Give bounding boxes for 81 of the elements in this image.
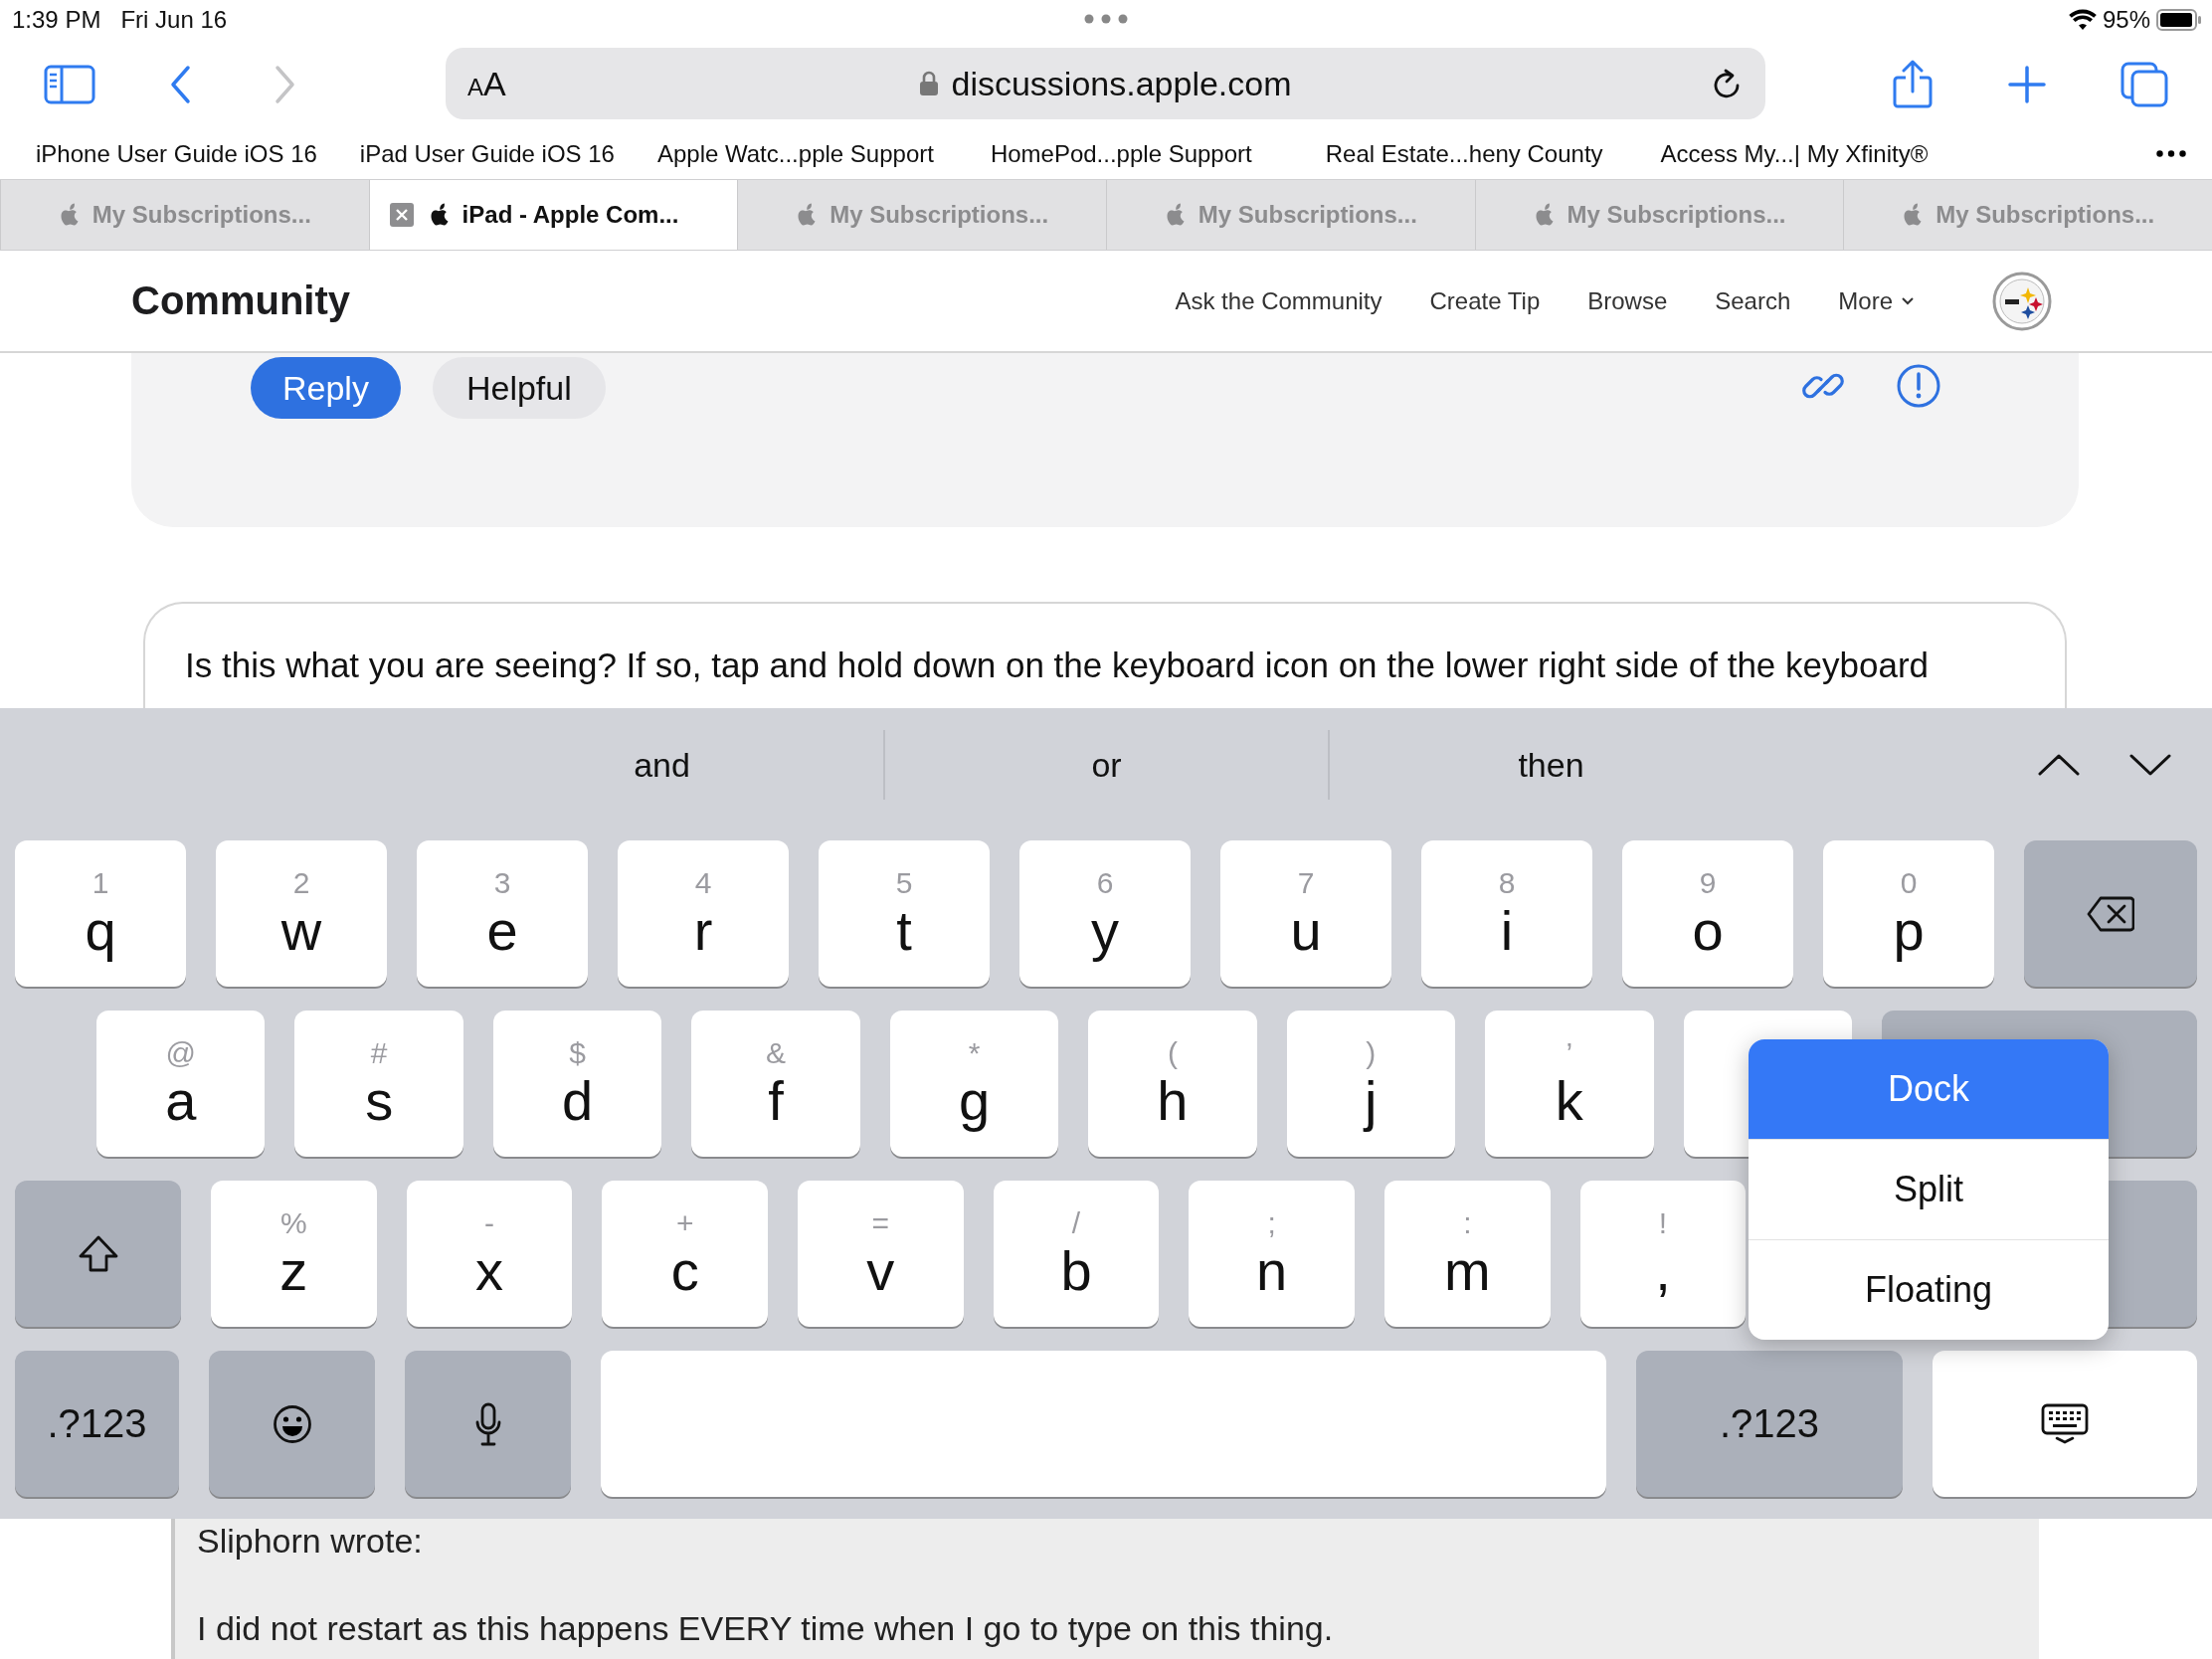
close-icon[interactable] [389,203,414,227]
nav-link[interactable]: Ask the Community [1175,286,1382,315]
keyboard-key[interactable]: + c [602,1181,768,1327]
keyboard-key[interactable]: & f [691,1011,860,1157]
nav-link[interactable]: More [1838,286,1915,315]
keyboard-key[interactable]: 2 w [216,840,387,987]
keyboard-key[interactable]: % z [211,1181,377,1327]
keyboard-key[interactable]: ! , [1579,1181,1747,1327]
menu-item[interactable]: Dock [1749,1039,2109,1139]
status-date: Fri Jun 16 [120,6,228,34]
keyboard-key[interactable]: 0 p [1823,840,1994,987]
keyboard-key[interactable]: 8 i [1421,840,1592,987]
site-title: Community [131,278,350,323]
wifi-icon [2068,9,2097,31]
caret-icon [1901,296,1915,305]
keyboard-key[interactable]: / b [993,1181,1160,1327]
status-time: 1:39 PM [12,6,101,34]
keyboard-key[interactable]: 7 u [1220,840,1391,987]
back-chevron-icon[interactable] [169,65,191,104]
microphone-icon [473,1401,502,1446]
battery-percentage: 95% [2102,6,2150,34]
smiley-icon [272,1403,312,1444]
quote-text: I did not restart as this happens EVERY time when I go to type on this thing. [197,1608,1335,1648]
keyboard-key[interactable]: ) j [1286,1011,1456,1157]
suggestion-word[interactable]: and [441,729,883,800]
numbers-key[interactable]: .?123 [1636,1351,1903,1497]
emoji-key[interactable] [209,1351,375,1497]
suggestion-word[interactable]: then [1328,729,1772,800]
keyboard-switch-key[interactable] [1933,1351,2197,1497]
suggestion-word[interactable]: or [883,729,1328,800]
menu-item[interactable]: Floating [1749,1239,2109,1340]
share-icon[interactable] [1892,60,1934,109]
backspace-icon [2087,895,2134,932]
url-text: discussions.apple.com [951,64,1292,103]
bookmark-link[interactable]: Access My...| My Xfinity® [1660,140,1929,168]
multitasking-dots-icon[interactable] [1084,14,1128,24]
keyboard-key[interactable]: $ d [492,1011,662,1157]
keyboard-key[interactable]: 4 r [618,840,789,987]
keyboard-key[interactable]: 1 q [15,840,186,987]
text-size-button[interactable]: AA [467,64,506,103]
alert-icon[interactable] [1896,363,1941,409]
browser-tab[interactable]: iPad - Apple Com... [368,180,738,250]
chevron-up-icon[interactable] [2037,752,2081,777]
keyboard-key[interactable]: = v [798,1181,964,1327]
address-bar[interactable]: AA discussions.apple.com [446,48,1765,119]
keyboard-key[interactable]: * g [889,1011,1059,1157]
shift-icon [78,1234,118,1273]
nav-link[interactable]: Browse [1587,286,1668,315]
nav-link[interactable]: Search [1715,286,1791,315]
keyboard-key[interactable]: # s [294,1011,463,1157]
avatar[interactable] [1992,271,2052,331]
keyboard-key[interactable]: @ a [96,1011,266,1157]
keyboard-key[interactable]: ; n [1189,1181,1356,1327]
chevron-down-icon[interactable] [2128,752,2172,777]
bookmark-link[interactable]: iPhone User Guide iOS 16 [36,140,317,168]
menu-item[interactable]: Split [1749,1139,2109,1239]
delete-key[interactable] [2024,840,2197,987]
battery-icon [2156,9,2202,31]
keyboard-hide-icon [2041,1402,2089,1445]
quote-author: Sliphorn wrote: [197,1521,424,1561]
keyboard-key[interactable]: 9 o [1622,840,1793,987]
sidebar-icon[interactable] [44,65,95,104]
helpful-button[interactable]: Helpful [432,357,606,419]
tabs-overview-icon[interactable] [2120,62,2168,107]
lock-icon [919,71,940,96]
keyboard-key[interactable]: : m [1384,1181,1551,1327]
keyboard-key[interactable]: 3 e [417,840,588,987]
keyboard-key[interactable]: - x [406,1181,573,1327]
plus-icon[interactable] [2007,65,2047,104]
numbers-key[interactable]: .?123 [15,1351,179,1497]
keyboard-key[interactable]: ’ k [1485,1011,1654,1157]
more-dots-icon[interactable] [2156,150,2186,157]
bookmark-link[interactable]: Apple Watc...pple Support [656,140,934,168]
reply-button[interactable]: Reply [251,357,401,419]
bookmark-link[interactable]: Real Estate...heny County [1325,140,1603,168]
bookmark-link[interactable]: HomePod...pple Support [990,140,1252,168]
keyboard-key[interactable]: ( h [1088,1011,1257,1157]
keyboard-key[interactable]: 6 y [1019,840,1191,987]
keyboard-key[interactable]: 5 t [819,840,990,987]
nav-link[interactable]: Create Tip [1429,286,1541,315]
bookmark-link[interactable]: iPad User Guide iOS 16 [359,140,615,168]
